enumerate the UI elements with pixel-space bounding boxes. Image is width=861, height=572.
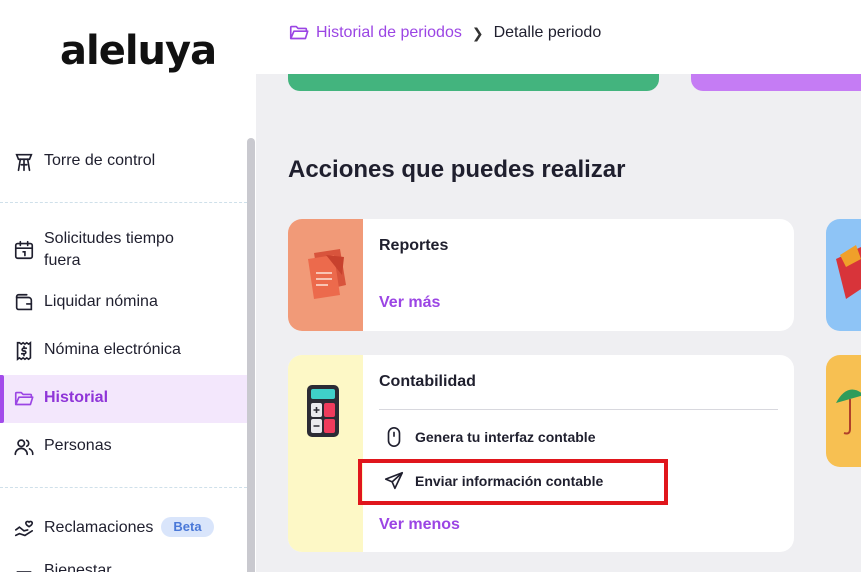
sidebar-divider	[0, 202, 247, 203]
sidebar-item-label: Solicitudes tiempo fuera	[44, 230, 174, 269]
sidebar-scrollbar[interactable]	[247, 138, 255, 572]
wallet-icon	[12, 291, 36, 315]
contabilidad-ver-menos-link[interactable]: Ver menos	[379, 516, 460, 534]
summary-card-purple	[691, 74, 861, 91]
main-content: Historial de periodos ❯ Detalle periodo …	[256, 0, 861, 572]
breadcrumb-current: Detalle periodo	[493, 24, 602, 41]
control-tower-icon	[12, 150, 36, 174]
breadcrumb: Historial de periodos ❯ Detalle periodo	[288, 22, 601, 44]
genera-interfaz-contable-action[interactable]: Genera tu interfaz contable	[383, 426, 595, 448]
sidebar-item-label: Liquidar nómina	[44, 293, 158, 310]
partial-card-yellow	[826, 355, 861, 467]
sidebar-item-label: Nómina electrónica	[44, 341, 181, 358]
section-title: Acciones que puedes realizar	[288, 156, 626, 183]
wellness-icon	[12, 560, 36, 572]
sidebar: aleluya Torre de control Solicitudes tie…	[0, 0, 256, 572]
highlight-box	[358, 459, 668, 505]
sidebar-item-torre-de-control[interactable]: Torre de control	[0, 150, 247, 174]
sidebar-item-reclamaciones[interactable]: Reclamaciones Beta	[0, 517, 247, 541]
sidebar-item-solicitudes[interactable]: Solicitudes tiempo fuera	[0, 228, 247, 272]
chevron-right-icon: ❯	[471, 24, 484, 41]
sidebar-divider	[0, 487, 247, 488]
card-divider	[379, 409, 778, 410]
partial-card-blue	[826, 219, 861, 331]
reportes-card-title: Reportes	[379, 237, 449, 254]
breadcrumb-link-historial[interactable]: Historial de periodos	[316, 24, 462, 42]
reportes-illustration	[288, 219, 363, 331]
contabilidad-card-title: Contabilidad	[379, 373, 476, 390]
sidebar-item-label: Reclamaciones	[44, 519, 154, 536]
mouse-icon	[383, 426, 405, 448]
sidebar-item-label: Historial	[44, 389, 109, 406]
sidebar-item-historial[interactable]: Historial	[0, 375, 247, 423]
sidebar-item-personas[interactable]: Personas	[0, 435, 247, 459]
beta-badge: Beta	[161, 517, 214, 537]
contabilidad-illustration	[288, 355, 363, 552]
summary-card-green	[288, 74, 659, 91]
sidebar-item-nomina-electronica[interactable]: Nómina electrónica	[0, 339, 247, 363]
calendar-icon	[12, 238, 36, 262]
sidebar-item-liquidar-nomina[interactable]: Liquidar nómina	[0, 291, 247, 315]
reportes-ver-mas-link[interactable]: Ver más	[379, 294, 440, 312]
aleluya-logo[interactable]: aleluya	[60, 28, 217, 74]
folder-icon	[288, 22, 310, 44]
hand-heart-icon	[12, 517, 36, 541]
partial-illustration	[836, 245, 861, 299]
dollar-receipt-icon	[12, 339, 36, 363]
sidebar-item-label: Bienestar	[44, 562, 112, 572]
people-icon	[12, 435, 36, 459]
top-bar: Historial de periodos ❯ Detalle periodo	[256, 0, 861, 74]
folder-icon	[12, 387, 36, 411]
umbrella-icon	[836, 389, 861, 435]
reportes-card: Reportes Ver más	[288, 219, 794, 331]
sidebar-item-bienestar[interactable]: Bienestar	[0, 560, 247, 572]
contabilidad-card: Contabilidad Genera tu interfaz contable…	[288, 355, 794, 552]
action-label: Genera tu interfaz contable	[415, 429, 596, 445]
sidebar-item-label: Personas	[44, 437, 112, 454]
sidebar-item-label: Torre de control	[44, 152, 156, 169]
